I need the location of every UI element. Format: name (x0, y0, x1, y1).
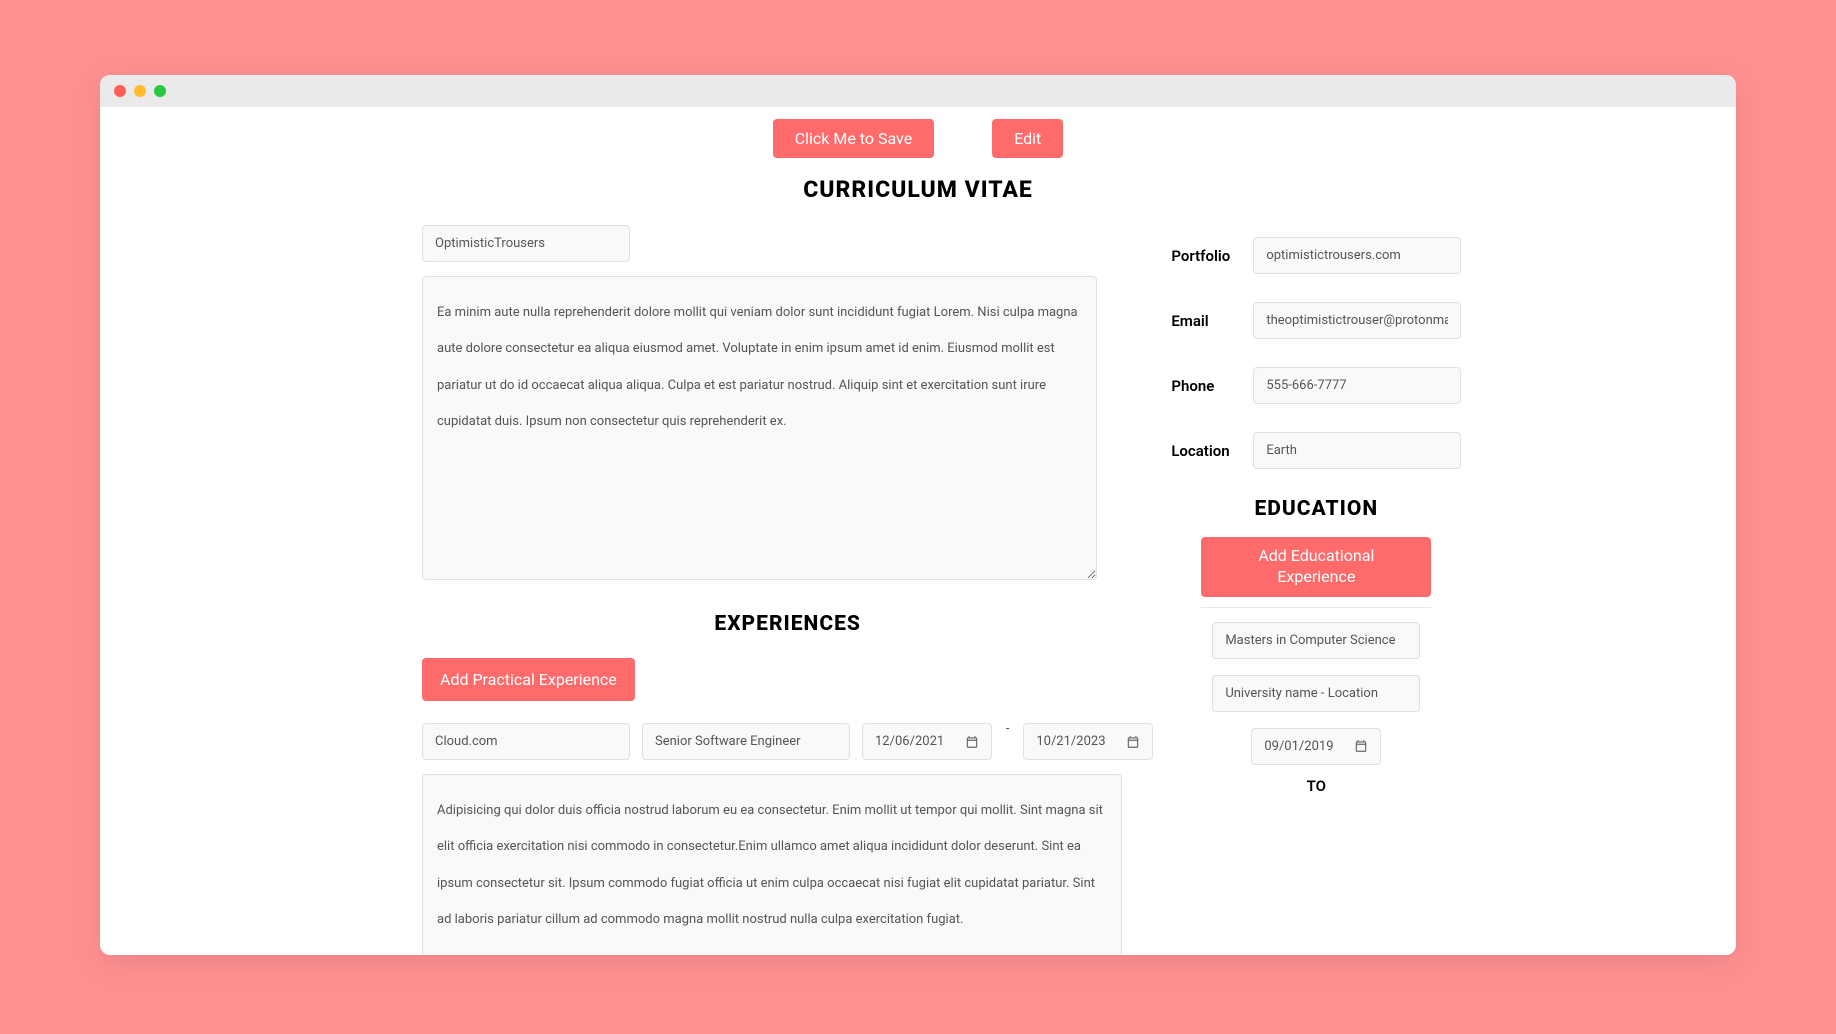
phone-label: Phone (1171, 377, 1237, 395)
job-title-input[interactable] (642, 723, 850, 760)
degree-input[interactable] (1212, 622, 1420, 659)
to-label: TO (1171, 777, 1461, 795)
location-input[interactable] (1253, 432, 1461, 469)
portfolio-label: Portfolio (1171, 247, 1237, 265)
edu-date-from-value: 09/01/2019 (1264, 739, 1333, 754)
portfolio-input[interactable] (1253, 237, 1461, 274)
school-input[interactable] (1212, 675, 1420, 712)
maximize-window-button[interactable] (154, 85, 166, 97)
close-window-button[interactable] (114, 85, 126, 97)
date-from-value: 12/06/2021 (875, 734, 944, 749)
bio-textarea[interactable]: Ea minim aute nulla reprehenderit dolore… (422, 276, 1097, 580)
content-area: Click Me to Save Edit CURRICULUM VITAE E… (100, 107, 1736, 955)
minimize-window-button[interactable] (134, 85, 146, 97)
location-label: Location (1171, 442, 1237, 460)
experiences-title: EXPERIENCES (422, 612, 1153, 636)
edit-button[interactable]: Edit (992, 119, 1063, 158)
experience-description[interactable]: Adipisicing qui dolor duis officia nostr… (422, 774, 1122, 955)
phone-input[interactable] (1253, 367, 1461, 404)
education-divider (1201, 607, 1431, 608)
experience-row: 12/06/2021 - 10/21/2023 (422, 723, 1153, 760)
company-input[interactable] (422, 723, 630, 760)
date-separator: - (1006, 721, 1009, 735)
education-title: EDUCATION (1171, 497, 1461, 521)
add-education-button[interactable]: Add Educational Experience (1201, 537, 1431, 597)
email-label: Email (1171, 312, 1237, 330)
email-input[interactable] (1253, 302, 1461, 339)
page-title: CURRICULUM VITAE (100, 176, 1736, 203)
titlebar (100, 75, 1736, 107)
education-date-from-input[interactable]: 09/01/2019 (1251, 728, 1381, 765)
calendar-icon (965, 735, 979, 749)
top-button-bar: Click Me to Save Edit (100, 119, 1736, 158)
add-experience-button[interactable]: Add Practical Experience (422, 658, 635, 701)
date-to-value: 10/21/2023 (1036, 734, 1105, 749)
experience-date-to-input[interactable]: 10/21/2023 (1023, 723, 1153, 760)
calendar-icon (1126, 735, 1140, 749)
app-window: Click Me to Save Edit CURRICULUM VITAE E… (100, 75, 1736, 955)
experience-date-from-input[interactable]: 12/06/2021 (862, 723, 992, 760)
name-input[interactable] (422, 225, 630, 262)
calendar-icon (1354, 739, 1368, 753)
save-button[interactable]: Click Me to Save (773, 119, 934, 158)
